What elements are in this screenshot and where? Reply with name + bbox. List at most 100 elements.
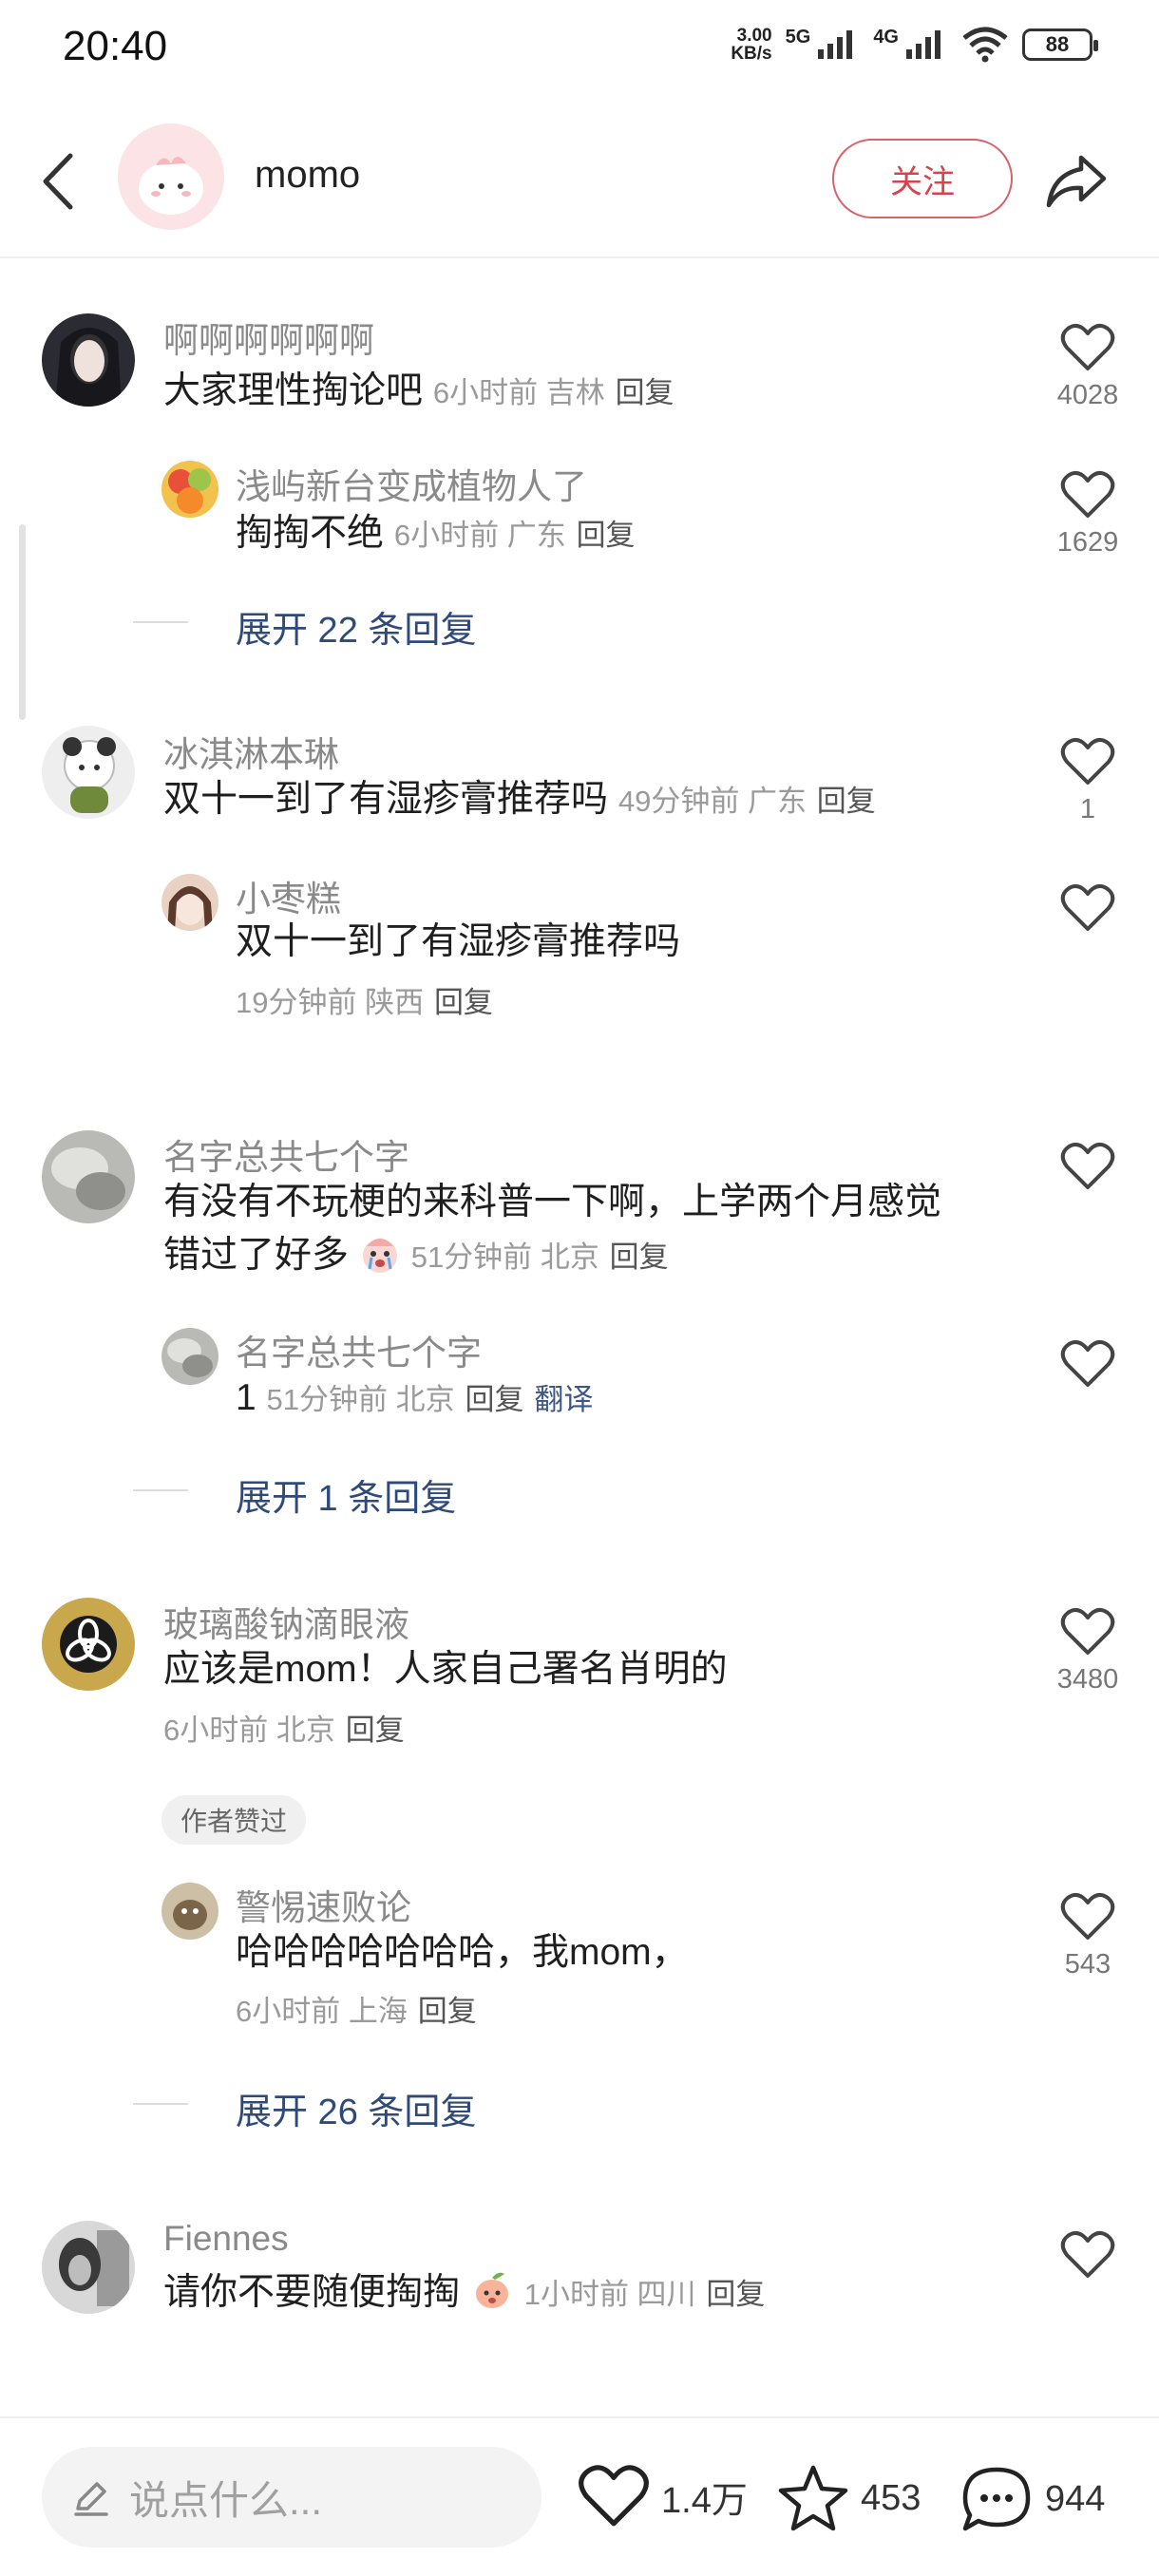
reply-username[interactable]: 浅屿新台变成植物人了 bbox=[236, 458, 587, 509]
comment-meta: 49分钟前 广东 bbox=[618, 785, 807, 818]
avatar[interactable] bbox=[42, 313, 135, 407]
like-count: 3480 bbox=[1056, 1664, 1119, 1695]
comment-text-continued[interactable]: 错过了好多 51分钟前 北京 回复 bbox=[163, 1227, 669, 1286]
reply-meta-line: 6小时前 上海 回复 bbox=[236, 1981, 477, 2040]
reply-button[interactable]: 回复 bbox=[418, 1995, 477, 2028]
reply-text[interactable]: 1 51分钟前 北京 回复 翻译 bbox=[236, 1370, 593, 1429]
comment-input-placeholder: 说点什么... bbox=[129, 2477, 323, 2523]
heart-icon bbox=[1060, 883, 1115, 931]
author-liked-badge: 作者赞过 bbox=[162, 1795, 307, 1845]
avatar[interactable] bbox=[162, 1328, 218, 1385]
avatar[interactable] bbox=[162, 461, 218, 518]
expand-replies-button[interactable]: 展开 1 条回复 bbox=[133, 1468, 456, 1521]
like-count: 1629 bbox=[1056, 527, 1119, 558]
heart-icon bbox=[1060, 1339, 1115, 1387]
comment-count: 944 bbox=[1045, 2478, 1106, 2519]
like-button[interactable] bbox=[1045, 883, 1130, 933]
status-icons: 3.00 KB/s 5G 4G 88 bbox=[731, 26, 1098, 64]
share-icon[interactable] bbox=[1041, 146, 1112, 217]
star-icon bbox=[778, 2465, 848, 2531]
reply-text[interactable]: 掏掏不绝 6小时前 广东 回复 bbox=[236, 505, 636, 564]
bottom-action-bar: 说点什么... 1.4万 453 944 bbox=[0, 2416, 1159, 2576]
like-button[interactable]: 3480 bbox=[1045, 1607, 1130, 1695]
like-button[interactable] bbox=[1045, 1142, 1130, 1191]
reply-meta: 19分钟前 陕西 bbox=[236, 986, 425, 1019]
expand-divider bbox=[133, 1489, 188, 1491]
like-button[interactable]: 543 bbox=[1045, 1892, 1130, 1980]
translate-button[interactable]: 翻译 bbox=[534, 1383, 593, 1416]
follow-button[interactable]: 关注 bbox=[832, 139, 1013, 218]
comment-username[interactable]: 玻璃酸钠滴眼液 bbox=[163, 1596, 409, 1647]
comment-username[interactable]: 名字总共七个字 bbox=[163, 1128, 409, 1180]
reply-button[interactable]: 回复 bbox=[817, 785, 876, 818]
like-count: 1 bbox=[1079, 794, 1096, 824]
status-time: 20:40 bbox=[63, 23, 168, 69]
reply-button[interactable]: 回复 bbox=[706, 2278, 765, 2311]
comment-text[interactable]: 双十一到了有湿疹膏推荐吗 49分钟前 广东 回复 bbox=[163, 771, 876, 830]
favorite-count: 453 bbox=[861, 2477, 922, 2518]
author-name[interactable]: momo bbox=[255, 154, 360, 197]
favorite-button[interactable]: 453 bbox=[777, 2464, 921, 2532]
reply-text[interactable]: 双十一到了有湿疹膏推荐吗 bbox=[236, 914, 680, 971]
comment-meta: 6小时前 北京 bbox=[163, 1714, 335, 1747]
reply-meta: 6小时前 上海 bbox=[236, 1995, 408, 2028]
like-button[interactable] bbox=[1045, 2230, 1130, 2280]
author-avatar[interactable] bbox=[118, 123, 224, 230]
reply-meta-line: 19分钟前 陕西 回复 bbox=[236, 973, 493, 1032]
comment-text[interactable]: 有没有不玩梗的来科普一下啊，上学两个月感觉 bbox=[163, 1174, 941, 1231]
avatar[interactable] bbox=[42, 1130, 135, 1223]
reply-button[interactable]: 回复 bbox=[610, 1241, 669, 1274]
heart-icon bbox=[1060, 323, 1115, 370]
comment-text[interactable]: 请你不要随便掏掏 1小时前 四川 回复 bbox=[163, 2264, 765, 2323]
heart-icon bbox=[1060, 1607, 1115, 1655]
reply-meta: 6小时前 广东 bbox=[393, 519, 566, 552]
signal-icon bbox=[818, 30, 853, 59]
comment-meta: 1小时前 四川 bbox=[523, 2278, 696, 2311]
avatar[interactable] bbox=[42, 726, 135, 819]
like-button[interactable]: 1629 bbox=[1045, 470, 1130, 559]
heart-icon bbox=[1060, 1142, 1115, 1189]
like-button[interactable]: 4028 bbox=[1045, 323, 1130, 411]
avatar[interactable] bbox=[42, 1598, 135, 1691]
comment-text[interactable]: 大家理性掏论吧 6小时前 吉林 回复 bbox=[163, 363, 674, 422]
expand-divider bbox=[133, 621, 188, 623]
reply-username[interactable]: 警惕速败论 bbox=[236, 1879, 411, 1930]
page-header: momo 关注 bbox=[0, 104, 1159, 258]
chat-bubble-icon bbox=[962, 2467, 1031, 2531]
comments-button[interactable]: 944 bbox=[960, 2464, 1105, 2534]
reply-text[interactable]: 哈哈哈哈哈哈哈，我mom， bbox=[236, 1924, 689, 1981]
network-5g-label: 5G bbox=[785, 27, 811, 47]
comment-meta-line: 6小时前 北京 回复 bbox=[163, 1700, 405, 1759]
reply-username[interactable]: 名字总共七个字 bbox=[236, 1324, 482, 1375]
reply-button[interactable]: 回复 bbox=[616, 376, 674, 409]
post-like-count: 1.4万 bbox=[661, 2480, 748, 2521]
like-button[interactable]: 1 bbox=[1045, 737, 1130, 825]
wifi-icon bbox=[962, 27, 1008, 63]
back-arrow-icon[interactable] bbox=[36, 148, 84, 215]
reply-button[interactable]: 回复 bbox=[465, 1383, 523, 1416]
like-button[interactable] bbox=[1045, 1339, 1130, 1389]
expand-replies-button[interactable]: 展开 26 条回复 bbox=[133, 2082, 476, 2134]
reply-button[interactable]: 回复 bbox=[577, 519, 636, 552]
post-like-button[interactable]: 1.4万 bbox=[578, 2464, 748, 2529]
comment-username[interactable]: 冰淇淋本琳 bbox=[163, 726, 339, 777]
comment-username[interactable]: 啊啊啊啊啊啊 bbox=[163, 312, 374, 363]
signal-icon bbox=[906, 30, 940, 59]
comment-input[interactable]: 说点什么... bbox=[42, 2447, 542, 2548]
comment-username[interactable]: Fiennes bbox=[163, 2219, 289, 2259]
pencil-icon bbox=[74, 2482, 108, 2516]
comment-meta: 6小时前 吉林 bbox=[432, 376, 605, 409]
scroll-indicator[interactable] bbox=[19, 524, 26, 720]
heart-icon bbox=[1060, 737, 1115, 785]
reply-button[interactable]: 回复 bbox=[346, 1714, 405, 1747]
reply-meta: 51分钟前 北京 bbox=[266, 1383, 455, 1416]
expand-divider bbox=[133, 2103, 188, 2105]
network-speed: 3.00 KB/s bbox=[731, 26, 772, 64]
comment-text[interactable]: 应该是mom！人家自己署名肖明的 bbox=[163, 1641, 728, 1698]
expand-replies-button[interactable]: 展开 22 条回复 bbox=[133, 600, 476, 653]
avatar[interactable] bbox=[162, 874, 218, 931]
reply-button[interactable]: 回复 bbox=[434, 986, 493, 1019]
avatar[interactable] bbox=[42, 2221, 135, 2314]
avatar[interactable] bbox=[162, 1883, 218, 1940]
heart-icon bbox=[1060, 470, 1115, 518]
